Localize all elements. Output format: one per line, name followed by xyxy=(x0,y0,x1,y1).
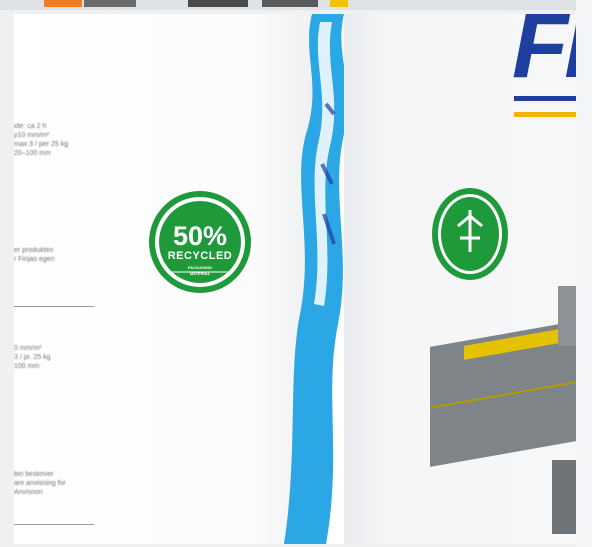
dark-chip xyxy=(188,0,248,7)
spec-text-4: bin beskriver are anvisning for Anvisnon xyxy=(14,471,66,496)
brand-stripe-blue xyxy=(514,96,576,101)
seal-material-line2: MATERIAL xyxy=(189,271,211,276)
yellow-chip xyxy=(330,0,348,7)
paving-corner xyxy=(558,286,576,346)
product-photo-scene: ide: ca 2 h y10 mm/m² max 3 / per 25 kg … xyxy=(0,0,592,547)
brand-logo: FI xyxy=(512,14,576,97)
bag-photo: ide: ca 2 h y10 mm/m² max 3 / per 25 kg … xyxy=(14,14,576,544)
top-strip xyxy=(0,0,592,10)
spec-text-1: ide: ca 2 h y10 mm/m² max 3 / per 25 kg … xyxy=(14,123,69,157)
eco-seal-icon xyxy=(432,188,508,280)
gray-chip xyxy=(84,0,136,7)
spec-text-3: 0 mm/m² 3 / pr. 25 kg 100 mm xyxy=(14,345,51,370)
right-bag-front: FI xyxy=(344,14,576,544)
divider-2 xyxy=(14,524,94,525)
seal-material-line1: PACKAGING xyxy=(187,265,213,270)
spec-text-2: er produkten r Finjas egen xyxy=(14,247,55,263)
dark-chip-2 xyxy=(262,0,318,7)
paving-lower-block xyxy=(552,460,576,534)
seal-percent: 50% xyxy=(172,221,228,251)
orange-chip xyxy=(44,0,82,7)
right-margin xyxy=(576,0,592,547)
recycled-seal: 50% RECYCLED PACKAGING MATERIAL xyxy=(148,190,252,294)
divider-1 xyxy=(14,306,94,307)
brand-stripe-yellow xyxy=(514,112,576,117)
seal-recycled: RECYCLED xyxy=(167,250,233,262)
